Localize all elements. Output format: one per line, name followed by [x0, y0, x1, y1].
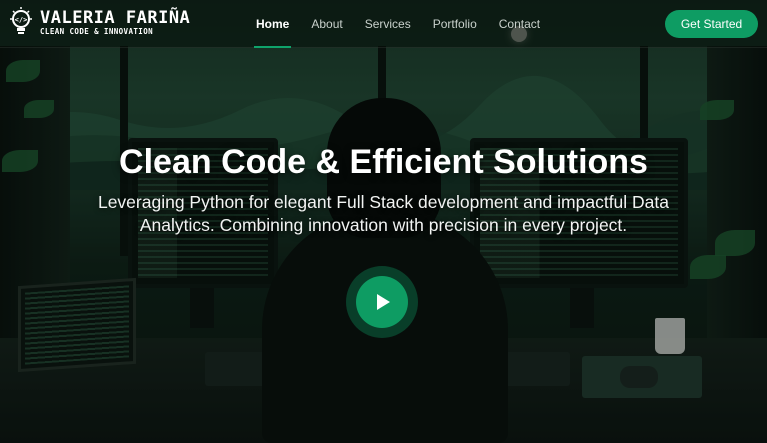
nav-item-home[interactable]: Home: [253, 0, 292, 48]
site-header: </> VALERIA FARIÑA CLEAN CODE & INNOVATI…: [0, 0, 767, 48]
brand-name: VALERIA FARIÑA: [40, 8, 191, 28]
hero-subtitle: Leveraging Python for elegant Full Stack…: [97, 192, 670, 235]
brand-tagline: CLEAN CODE & INNOVATION: [40, 27, 154, 36]
nav-item-services[interactable]: Services: [365, 0, 411, 48]
get-started-button[interactable]: Get Started: [665, 10, 758, 38]
hero-title: Clean Code & Efficient Solutions: [119, 143, 648, 181]
play-video-button[interactable]: [356, 276, 408, 328]
main-nav: Home About Services Portfolio Contact: [253, 0, 540, 48]
site-logo[interactable]: </> VALERIA FARIÑA CLEAN CODE & INNOVATI…: [8, 7, 190, 39]
nav-item-contact[interactable]: Contact: [499, 0, 540, 48]
svg-text:</>: </>: [15, 16, 28, 24]
nav-item-about[interactable]: About: [311, 0, 342, 48]
lightbulb-code-icon: </>: [8, 7, 34, 39]
nav-item-portfolio[interactable]: Portfolio: [433, 0, 477, 48]
play-icon: [377, 294, 390, 310]
